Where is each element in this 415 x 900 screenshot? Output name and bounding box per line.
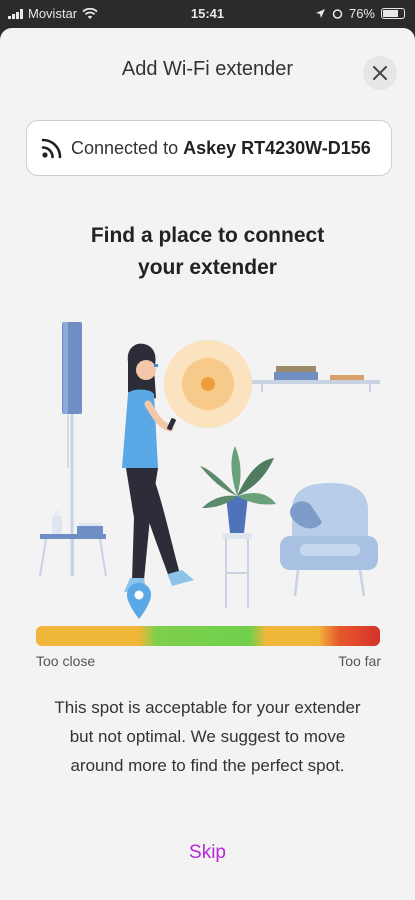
- skip-button[interactable]: Skip: [0, 842, 415, 864]
- plant-stand-illustration: [200, 446, 276, 608]
- too-far-label: Too far: [338, 653, 381, 669]
- connection-prefix: Connected to: [71, 137, 179, 158]
- placement-result-message: This spot is acceptable for your extende…: [54, 698, 361, 775]
- battery-percent: 76%: [348, 6, 375, 21]
- battery-icon: [381, 8, 405, 19]
- heading-line-1: Find a place to connect: [90, 224, 325, 247]
- placement-illustration: [39, 322, 380, 608]
- alarm-icon: [332, 9, 343, 19]
- location-pin-icon: [127, 583, 152, 619]
- close-icon: [373, 66, 387, 80]
- status-bar: Movistar 15:41 76%: [0, 0, 415, 28]
- signal-strength-gauge: [36, 626, 380, 646]
- close-button[interactable]: [363, 56, 397, 90]
- instruction-heading: Find a place to connect your extender: [0, 220, 415, 284]
- location-arrow-icon: [315, 9, 325, 18]
- connection-card: Connected to Askey RT4230W-D156: [26, 120, 392, 176]
- armchair-illustration: [280, 483, 378, 597]
- dialog-title: Add Wi-Fi extender: [121, 58, 294, 80]
- wifi-signal-icon: [41, 138, 62, 159]
- add-extender-sheet: Add Wi-Fi extender Connected to Askey RT…: [0, 28, 415, 900]
- connected-device-name: Askey RT4230W-D156: [183, 137, 371, 158]
- status-right: 76%: [315, 6, 405, 21]
- heading-line-2: your extender: [138, 256, 277, 279]
- signal-target-illustration: [164, 340, 252, 428]
- wall-shelf-illustration: [252, 366, 380, 392]
- too-close-label: Too close: [36, 653, 96, 669]
